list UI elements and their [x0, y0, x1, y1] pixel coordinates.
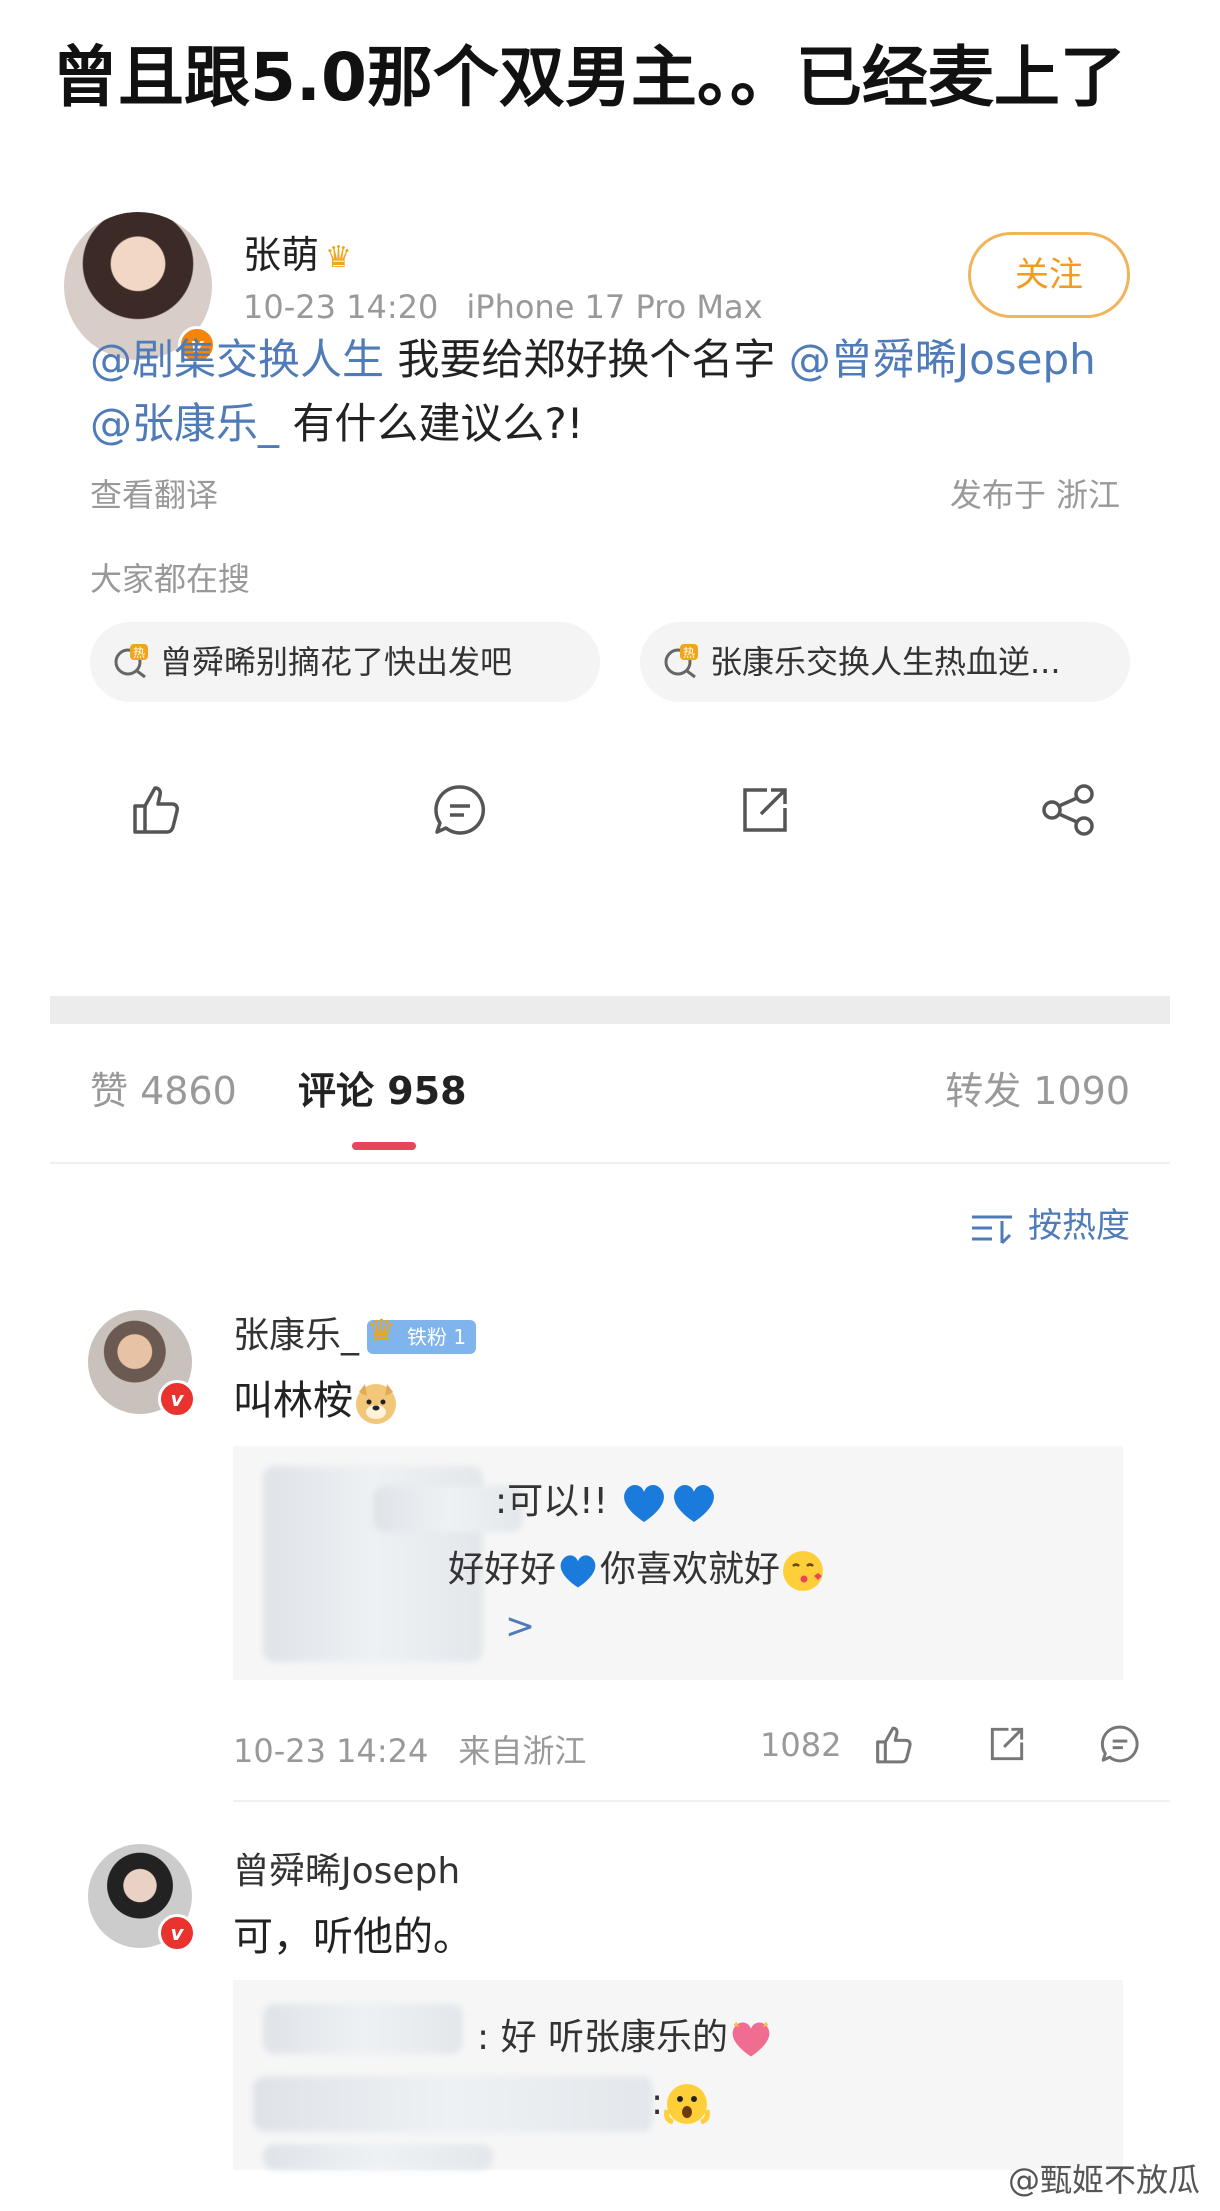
tab-likes[interactable]: 赞 4860 — [90, 1060, 237, 1115]
post-text: @剧集交换人生 我要给郑好换个名字 @曾舜晞Joseph @张康乐_ 有什么建议… — [90, 328, 1130, 456]
divider — [233, 1800, 1170, 1802]
comment-icon[interactable] — [1098, 1722, 1142, 1766]
kiss-emoji-icon — [783, 1551, 824, 1591]
comment-actions: 1082 — [760, 1718, 1160, 1778]
mention-zhangkangle[interactable]: @张康乐_ — [90, 399, 279, 448]
trending-chip[interactable]: 热 曾舜晞别摘花了快出发吧 — [90, 622, 600, 702]
comment-like-count: 1082 — [760, 1726, 842, 1764]
verified-badge-icon: v — [158, 1380, 196, 1418]
weibo-post-card: v 张萌 ♛ 10-23 14:20 iPhone 17 Pro Max 关注 @剧… — [50, 212, 1170, 2170]
reply-text: 你喜欢就好 — [600, 1549, 781, 1590]
share-icon[interactable] — [735, 780, 795, 840]
sort-toggle[interactable]: 按热度 — [970, 1198, 1130, 1247]
post-text-part: 我要给郑好换个名字 — [384, 335, 789, 384]
blurred-username — [263, 2144, 493, 2170]
hot-search-icon: 热 — [114, 644, 148, 679]
reply-line: :可以!! — [495, 1472, 719, 1526]
headline: 曾且跟5.0那个双男主。。已经麦上了 — [52, 39, 1126, 116]
post-action-bar — [50, 750, 1170, 870]
translate-link[interactable]: 查看翻译 — [90, 470, 218, 516]
post-meta: 10-23 14:20 iPhone 17 Pro Max — [243, 288, 791, 326]
reply-preview-box[interactable]: :可以!! 好好好 你喜欢就好 > — [233, 1446, 1123, 1680]
commenter-name[interactable]: 张康乐_ ♛ 铁粉 1 — [233, 1306, 477, 1358]
mention-joseph[interactable]: @曾舜晞Joseph — [789, 335, 1096, 384]
view-more-replies[interactable]: > — [505, 1606, 535, 1647]
divider — [50, 1162, 1170, 1164]
tab-comments[interactable]: 评论 958 — [298, 1060, 467, 1115]
blue-heart-icon — [674, 1485, 715, 1522]
crown-icon: ♛ — [367, 1312, 396, 1350]
stats-tabs: 赞 4860 评论 958 转发 1090 — [50, 1069, 1170, 1140]
crown-icon: ♛ — [325, 240, 352, 275]
more-share-icon[interactable] — [1038, 780, 1098, 840]
post-text-part: 有什么建议么?! — [279, 399, 584, 448]
commenter-avatar[interactable]: v — [88, 1310, 196, 1418]
doge-emoji-icon — [356, 1384, 396, 1424]
commenter-name-text: 张康乐_ — [233, 1315, 360, 1356]
watermark: @甄姬不放瓜 — [1007, 2161, 1200, 2199]
active-tab-indicator — [352, 1142, 416, 1150]
sort-icon — [972, 1215, 1012, 1244]
commenter-name[interactable]: 曾舜晞Joseph — [233, 1842, 460, 1894]
heart-ribbon-emoji-icon — [732, 2021, 770, 2057]
hot-search-icon: 热 — [664, 644, 698, 679]
surprised-emoji-icon — [664, 2084, 711, 2125]
reply-line: : — [651, 2080, 711, 2128]
post-location: 发布于 浙江 — [949, 476, 1120, 514]
tab-reposts[interactable]: 转发 1090 — [945, 1060, 1130, 1115]
reply-text: : 好 听张康乐的 — [477, 2017, 729, 2058]
comment-text: 叫林桉 — [233, 1368, 399, 1426]
trending-chip-text: 曾舜晞别摘花了快出发吧 — [160, 643, 513, 681]
blue-heart-icon — [560, 1555, 596, 1588]
reply-preview-box[interactable]: : 好 听张康乐的 : — [233, 1980, 1123, 2170]
section-separator — [50, 996, 1170, 1024]
reply-text: 好好好 — [448, 1549, 557, 1590]
blue-heart-icon — [624, 1485, 665, 1522]
follow-button[interactable]: 关注 — [968, 232, 1130, 318]
comment-text: 可，听他的。 — [233, 1914, 473, 1960]
poster-name[interactable]: 张萌 ♛ — [243, 224, 352, 279]
mention-drama[interactable]: @剧集交换人生 — [90, 335, 384, 384]
post-time: 10-23 14:20 — [243, 288, 439, 326]
comment-text-body: 叫林桉 — [233, 1378, 353, 1424]
reply-line: : 好 听张康乐的 — [477, 2008, 774, 2061]
blurred-username — [263, 2004, 463, 2054]
trending-chip-text: 张康乐交换人生热血逆... — [710, 643, 1061, 681]
trending-chip[interactable]: 热 张康乐交换人生热血逆... — [640, 622, 1130, 702]
reply-line: 好好好 你喜欢就好 — [448, 1540, 826, 1594]
reply-text: :可以!! — [495, 1481, 608, 1522]
sort-label: 按热度 — [1028, 1206, 1130, 1246]
fan-badge-text: 铁粉 1 — [407, 1325, 467, 1349]
comment-location: 来自浙江 — [458, 1732, 587, 1770]
hot-badge-text: 热 — [683, 646, 695, 660]
reply-text: : — [651, 2082, 664, 2123]
trending-label: 大家都在搜 — [90, 560, 251, 598]
comment-icon[interactable] — [430, 780, 490, 840]
comment-time: 10-23 14:24 — [233, 1732, 429, 1770]
fan-badge: ♛ 铁粉 1 — [367, 1314, 477, 1354]
commenter-avatar[interactable]: v — [88, 1844, 196, 1952]
thumbs-up-icon[interactable] — [125, 780, 185, 840]
verified-badge-icon: v — [158, 1914, 196, 1952]
share-icon[interactable] — [985, 1722, 1029, 1766]
blurred-username — [253, 2076, 653, 2132]
hot-badge-text: 热 — [133, 646, 145, 660]
thumbs-up-icon[interactable] — [870, 1722, 916, 1768]
view-more-arrow: > — [505, 1606, 536, 1647]
comment-meta: 10-23 14:24 来自浙江 — [233, 1726, 616, 1772]
post-device: iPhone 17 Pro Max — [466, 288, 763, 326]
poster-name-text: 张萌 — [243, 233, 320, 277]
